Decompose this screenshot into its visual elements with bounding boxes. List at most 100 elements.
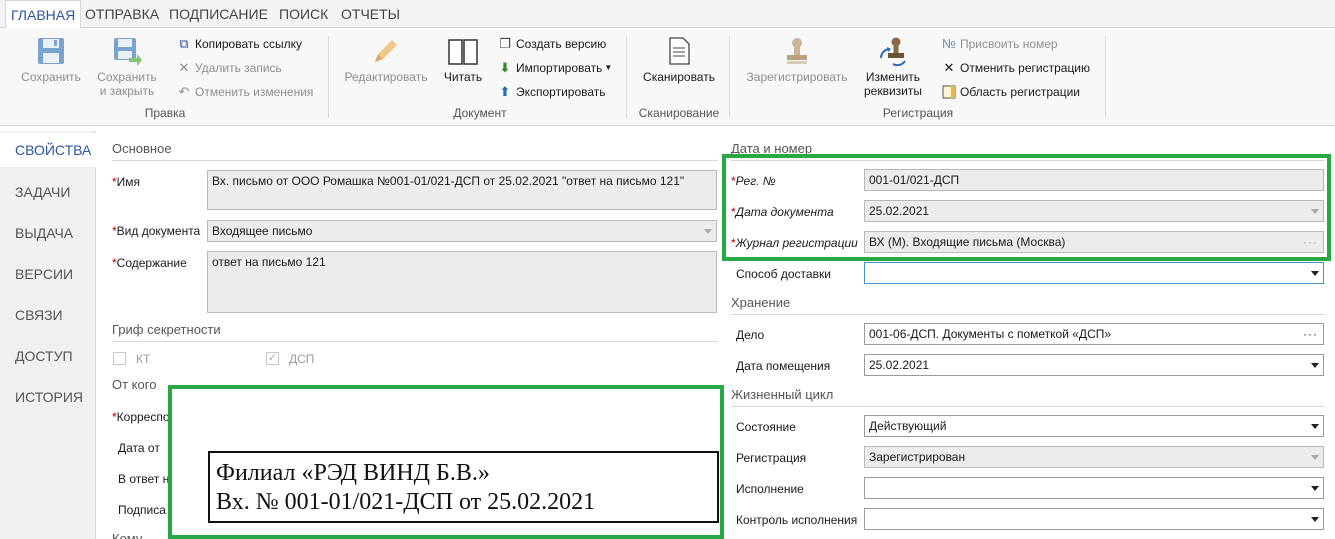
kt-checkbox[interactable] [113, 352, 126, 365]
register-label: Зарегистрировать [746, 70, 848, 84]
import-button[interactable]: ⬇ Импортировать ▼ [497, 58, 613, 78]
left-navigation: СВОЙСТВА ЗАДАЧИ ВЫДАЧА ВЕРСИИ СВЯЗИ ДОСТ… [0, 131, 97, 539]
copy-link-label: Копировать ссылку [195, 37, 302, 51]
case-field[interactable]: 001-06-ДСП. Документы с пометкой «ДСП» ·… [864, 323, 1324, 345]
correspondent-label: *Корреспо [112, 410, 170, 424]
delivery-method-label: Способ доставки [736, 267, 831, 281]
delete-record-label: Удалить запись [195, 61, 282, 75]
dropdown-arrow-icon: ▼ [604, 63, 613, 72]
stamp-line-2: Вх. № 001-01/021-ДСП от 25.02.2021 [216, 489, 596, 515]
checkmark-icon: ✓ [267, 352, 278, 364]
create-version-label: Создать версию [516, 37, 607, 51]
undo-changes-button[interactable]: ↶ Отменить изменения [176, 82, 314, 102]
state-select[interactable]: Действующий [864, 415, 1324, 437]
ellipsis-icon[interactable]: ··· [1303, 324, 1318, 344]
registration-area-button[interactable]: Область регистрации [941, 82, 1080, 102]
delete-record-button[interactable]: ✕ Удалить запись [176, 58, 282, 78]
divider [112, 160, 718, 161]
import-arrow-icon: ⬇ [499, 60, 511, 75]
delivery-method-select[interactable] [864, 262, 1324, 284]
tab-reports[interactable]: ОТЧЕТЫ [336, 0, 405, 28]
assign-number-button[interactable]: № Присвоить номер [941, 34, 1058, 54]
tab-sending[interactable]: ОТПРАВКА [80, 0, 164, 28]
save-and-close-button[interactable]: Сохранить и закрыть [94, 36, 160, 98]
nav-versions[interactable]: ВЕРСИИ [0, 257, 96, 291]
execution-select[interactable] [864, 477, 1324, 499]
floppy-disk-arrow-icon [114, 38, 142, 66]
dsp-checkbox[interactable]: ✓ [266, 352, 279, 365]
reply-to-label: В ответ н [118, 472, 170, 486]
assign-number-label: Присвоить номер [960, 37, 1058, 51]
undo-icon: ↶ [178, 84, 190, 99]
execution-control-select[interactable] [864, 508, 1324, 530]
document-type-label: *Вид документа [112, 224, 201, 238]
section-to-title: Кому [112, 531, 143, 539]
group-label-registration: Регистрация [882, 106, 954, 120]
execution-label: Исполнение [736, 482, 804, 496]
section-from-title: От кого [112, 377, 157, 392]
save-and-close-label-1: Сохранить [97, 70, 157, 84]
save-button[interactable]: Сохранить [18, 36, 84, 84]
cancel-registration-button[interactable]: ✕ Отменить регистрацию [941, 58, 1090, 78]
cancel-registration-label: Отменить регистрацию [960, 61, 1091, 75]
chevron-down-icon [1311, 517, 1319, 522]
close-icon: ✕ [943, 60, 955, 75]
name-field[interactable]: Вх. письмо от ООО Ромашка №001-01/021-ДС… [207, 170, 717, 210]
group-label-document: Документ [453, 106, 507, 120]
area-frame-icon [941, 84, 957, 100]
edit-button[interactable]: Редактировать [344, 36, 428, 84]
save-label: Сохранить [21, 70, 81, 84]
registration-stamp: Филиал «РЭД ВИНД Б.В.» Вх. № 001-01/021-… [208, 451, 719, 523]
chevron-down-icon [1311, 455, 1319, 460]
export-button[interactable]: ⬆ Экспортировать [497, 82, 606, 102]
registration-fields-highlight [722, 154, 1331, 261]
copy-link-button[interactable]: ⧉ Копировать ссылку [176, 34, 302, 54]
chevron-down-icon [1311, 363, 1319, 368]
nav-properties[interactable]: СВОЙСТВА [0, 133, 97, 167]
date-from-label: Дата от [118, 441, 160, 455]
registration-area-label: Область регистрации [960, 85, 1080, 99]
nav-links[interactable]: СВЯЗИ [0, 298, 96, 332]
ribbon-tab-bar: ГЛАВНАЯ ОТПРАВКА ПОДПИСАНИЕ ПОИСК ОТЧЕТЫ [0, 0, 1335, 29]
group-label-scanning: Сканирование [638, 106, 720, 120]
case-label: Дело [736, 328, 765, 342]
divider [731, 314, 1325, 315]
registration-status-select[interactable]: Зарегистрирован [864, 446, 1324, 468]
import-label: Импортировать [516, 61, 603, 75]
register-button[interactable]: Зарегистрировать [744, 36, 850, 84]
tab-signing[interactable]: ПОДПИСАНИЕ [164, 0, 273, 28]
create-version-button[interactable]: ❐ Создать версию [497, 34, 606, 54]
save-and-close-label-2: и закрыть [99, 84, 155, 98]
book-icon [448, 39, 478, 65]
read-label: Читать [443, 70, 483, 84]
registration-status-label: Регистрация [736, 451, 807, 465]
ribbon-separator [729, 36, 730, 118]
ribbon-separator [1105, 36, 1106, 118]
number-sign-icon: № [942, 36, 956, 51]
nav-history[interactable]: ИСТОРИЯ [0, 380, 96, 414]
execution-control-label: Контроль исполнения [736, 513, 858, 527]
content-field[interactable]: ответ на письмо 121 [207, 251, 717, 313]
ribbon: Сохранить Сохранить и закрыть ⧉ Копирова… [0, 28, 1335, 126]
divider [112, 341, 718, 342]
read-button[interactable]: Читать [440, 36, 486, 84]
change-requisites-button[interactable]: Изменить реквизиты [858, 36, 928, 98]
nav-access[interactable]: ДОСТУП [0, 339, 96, 373]
scan-button[interactable]: Сканировать [640, 36, 718, 84]
state-value: Действующий [869, 419, 947, 433]
scan-document-icon [669, 37, 690, 65]
signed-label: Подписа [118, 503, 166, 517]
chevron-down-icon [704, 229, 712, 234]
content-label: *Содержание [112, 256, 187, 270]
nav-issue[interactable]: ВЫДАЧА [0, 216, 96, 250]
chevron-down-icon [1311, 486, 1319, 491]
stamp-icon [787, 38, 807, 64]
placement-date-field[interactable]: 25.02.2021 [864, 354, 1324, 376]
nav-tasks[interactable]: ЗАДАЧИ [0, 175, 96, 209]
group-label-edit: Правка [144, 106, 186, 120]
scan-label: Сканировать [643, 70, 715, 84]
tab-main[interactable]: ГЛАВНАЯ [5, 0, 82, 29]
document-type-value: Входящее письмо [212, 224, 313, 238]
document-type-select[interactable]: Входящее письмо [207, 220, 717, 242]
tab-search[interactable]: ПОИСК [274, 0, 333, 28]
